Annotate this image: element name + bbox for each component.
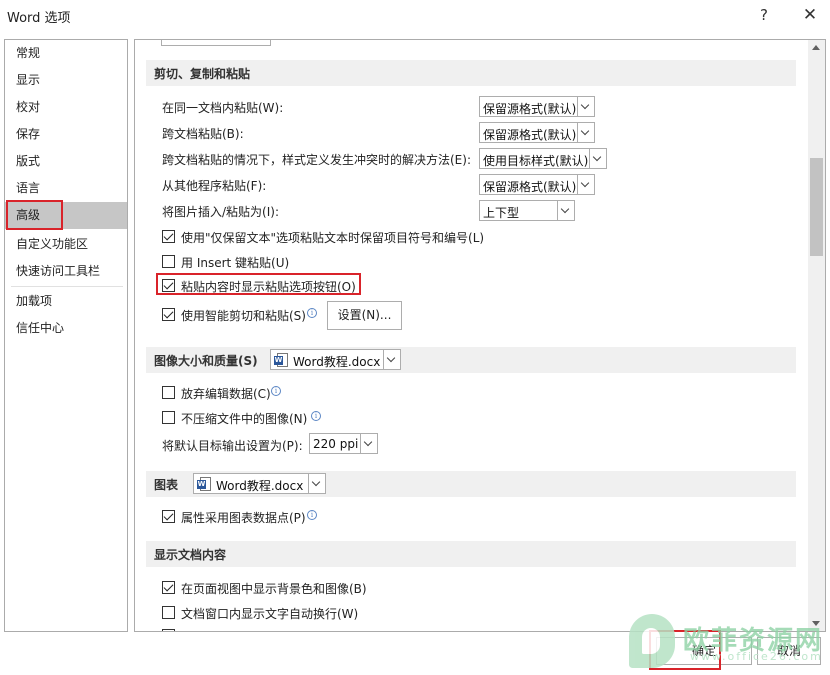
other-program-paste-select[interactable]: 保留源格式(默认) — [479, 174, 595, 195]
chevron-down-icon — [383, 350, 400, 369]
sidebar-item-trust-center[interactable]: 信任中心 — [5, 315, 127, 342]
info-icon: i — [271, 386, 281, 396]
chevron-down-icon — [589, 149, 606, 168]
same-doc-paste-select[interactable]: 保留源格式(默认) — [479, 96, 595, 117]
select-value: 上下型 — [483, 206, 520, 220]
chart-data-point-label: 属性采用图表数据点(P) — [181, 511, 306, 525]
show-paste-options-label: 粘贴内容时显示粘贴选项按钮(O) — [181, 280, 356, 294]
no-compress-images-checkbox[interactable] — [162, 411, 175, 424]
help-icon[interactable]: ? — [749, 4, 779, 26]
select-value: Word教程.docx — [293, 355, 381, 369]
select-value: 使用目标样式(默认) — [483, 154, 589, 168]
close-icon[interactable]: ✕ — [795, 4, 825, 26]
insert-picture-select[interactable]: 上下型 — [479, 200, 575, 221]
chevron-down-icon — [577, 123, 594, 142]
info-icon: i — [307, 308, 317, 318]
sidebar-item-language[interactable]: 语言 — [5, 175, 127, 202]
discard-editing-data-checkbox[interactable] — [162, 386, 175, 399]
same-doc-paste-label: 在同一文档内粘贴(W): — [162, 101, 284, 115]
style-conflict-select[interactable]: 使用目标样式(默认) — [479, 148, 607, 169]
cross-doc-paste-label: 跨文档粘贴(B): — [162, 127, 244, 141]
sidebar-item-save[interactable]: 保存 — [5, 121, 127, 148]
image-quality-document-select[interactable]: W Word教程.docx — [270, 349, 401, 370]
select-value: Word教程.docx — [216, 479, 304, 493]
sidebar-item-customize-ribbon[interactable]: 自定义功能区 — [5, 231, 127, 258]
section-title: 图表 — [154, 478, 179, 492]
text-wrap-checkbox[interactable] — [162, 606, 175, 619]
sidebar-item-layout[interactable]: 版式 — [5, 148, 127, 175]
smart-cut-paste-checkbox[interactable] — [162, 308, 175, 321]
sidebar-item-addins[interactable]: 加载项 — [5, 288, 127, 315]
sidebar-item-proofing[interactable]: 校对 — [5, 94, 127, 121]
keep-bullets-label: 使用"仅保留文本"选项粘贴文本时保留项目符号和编号(L) — [181, 231, 485, 245]
default-output-label: 将默认目标输出设置为(P): — [162, 439, 303, 453]
previous-control-edge — [161, 40, 271, 46]
options-sidebar: 常规 显示 校对 保存 版式 语言 高级 自定义功能区 快速访问工具栏 加载项 … — [4, 39, 128, 632]
advanced-options-panel: 剪切、复制和粘贴 在同一文档内粘贴(W): 保留源格式(默认) 跨文档粘贴(B)… — [134, 39, 826, 632]
select-value: 220 ppi — [313, 437, 359, 451]
sidebar-item-general[interactable]: 常规 — [5, 40, 127, 67]
text-wrap-label: 文档窗口内显示文字自动换行(W) — [181, 607, 359, 621]
vertical-scrollbar[interactable] — [808, 40, 825, 631]
highlight-advanced — [6, 200, 63, 230]
show-background-checkbox[interactable] — [162, 581, 175, 594]
sidebar-item-display[interactable]: 显示 — [5, 67, 127, 94]
select-value: 保留源格式(默认) — [483, 102, 577, 116]
smart-paste-settings-button[interactable]: 设置(N)... — [327, 301, 402, 330]
section-header-paste: 剪切、复制和粘贴 — [146, 60, 796, 86]
title-bar: Word 选项 ? ✕ — [0, 0, 830, 32]
select-value: 保留源格式(默认) — [483, 128, 577, 142]
chevron-down-icon — [577, 175, 594, 194]
scroll-thumb[interactable] — [810, 158, 823, 256]
insert-key-paste-label: 用 Insert 键粘贴(U) — [181, 256, 290, 270]
show-background-label: 在页面视图中显示背景色和图像(B) — [181, 582, 367, 596]
show-paste-options-checkbox[interactable] — [162, 279, 175, 292]
section-title: 图像大小和质量(S) — [154, 354, 258, 368]
next-option-checkbox[interactable] — [162, 629, 175, 631]
section-title: 剪切、复制和粘贴 — [154, 67, 251, 81]
discard-editing-data-label: 放弃编辑数据(C) — [181, 387, 271, 401]
site-watermark: 欧菲资源网 www.office26.com — [625, 614, 830, 672]
chevron-down-icon — [360, 434, 377, 453]
info-icon: i — [307, 510, 317, 520]
word-document-icon: W — [197, 477, 211, 491]
sidebar-item-quick-access[interactable]: 快速访问工具栏 — [5, 258, 127, 285]
chevron-down-icon — [557, 201, 574, 220]
chevron-down-icon — [577, 97, 594, 116]
watermark-logo-icon — [629, 614, 675, 668]
word-document-icon: W — [274, 353, 288, 367]
section-title: 显示文档内容 — [154, 548, 227, 562]
insert-picture-label: 将图片插入/粘贴为(I): — [162, 205, 279, 219]
no-compress-images-label: 不压缩文件中的图像(N) — [181, 412, 308, 426]
cross-doc-paste-select[interactable]: 保留源格式(默认) — [479, 122, 595, 143]
scroll-up-icon[interactable] — [812, 45, 820, 50]
section-header-image-quality: 图像大小和质量(S) — [146, 347, 796, 373]
insert-key-paste-checkbox[interactable] — [162, 255, 175, 268]
keep-bullets-checkbox[interactable] — [162, 230, 175, 243]
chevron-down-icon — [308, 474, 325, 493]
select-value: 保留源格式(默认) — [483, 180, 577, 194]
other-program-paste-label: 从其他程序粘贴(F): — [162, 179, 267, 193]
smart-cut-paste-label: 使用智能剪切和粘贴(S) — [181, 309, 306, 323]
info-icon: i — [311, 411, 321, 421]
chart-data-point-checkbox[interactable] — [162, 510, 175, 523]
style-conflict-label: 跨文档粘贴的情况下，样式定义发生冲突时的解决方法(E): — [162, 153, 471, 167]
dialog-title: Word 选项 — [7, 11, 71, 26]
sidebar-divider — [11, 286, 123, 287]
section-header-display-content: 显示文档内容 — [146, 541, 796, 567]
chart-document-select[interactable]: W Word教程.docx — [193, 473, 326, 494]
watermark-url: www.office26.com — [690, 650, 823, 663]
default-output-select[interactable]: 220 ppi — [309, 433, 378, 454]
